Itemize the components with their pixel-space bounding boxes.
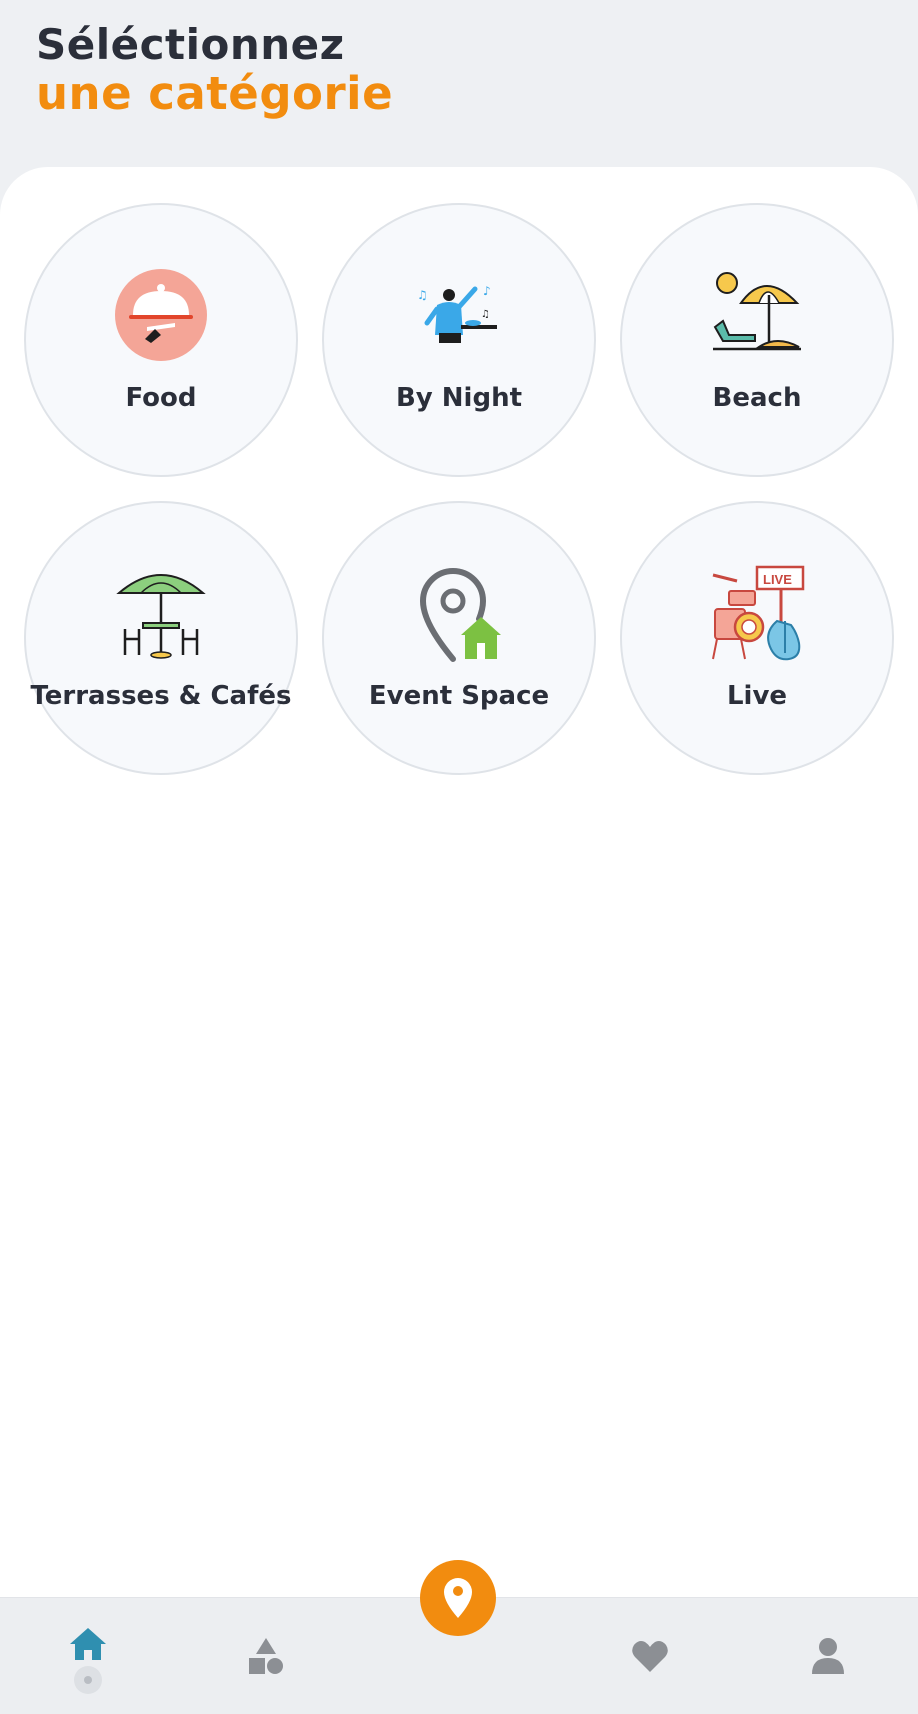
category-beach[interactable]: Beach [620, 203, 894, 477]
svg-text:♪: ♪ [483, 284, 491, 298]
category-terrasses-cafes[interactable]: Terrasses & Cafés [24, 501, 298, 775]
location-home-icon [419, 568, 501, 662]
live-sign-text: LIVE [763, 572, 792, 587]
page-header: Séléctionnez une catégorie [36, 22, 393, 121]
categories-shapes-icon [249, 1638, 283, 1674]
beach-umbrella-icon [713, 272, 801, 351]
profile-icon [812, 1638, 844, 1674]
category-label: Event Space [368, 681, 550, 711]
category-by-night[interactable]: ♫ ♪ ♫ By Night [322, 203, 596, 477]
nav-profile[interactable] [810, 1636, 846, 1676]
category-label: Beach [712, 383, 802, 413]
terrace-table-umbrella-icon [116, 574, 206, 659]
home-icon [70, 1628, 106, 1660]
nav-home[interactable] [68, 1626, 108, 1662]
nav-favorites[interactable] [630, 1636, 670, 1676]
nav-categories[interactable] [246, 1636, 286, 1676]
category-sheet: Food ♫ ♪ ♫ By Night Beach Terrasses & Ca… [0, 167, 918, 1597]
category-live[interactable]: LIVE Live [620, 501, 894, 775]
dj-nightlife-icon: ♫ ♪ ♫ [417, 284, 497, 343]
category-label: Food [125, 383, 197, 413]
active-indicator-dot [74, 1666, 102, 1694]
food-cloche-icon [115, 269, 207, 361]
category-event-space[interactable]: Event Space [322, 501, 596, 775]
map-button[interactable] [420, 1560, 496, 1636]
category-label: By Night [395, 383, 523, 413]
category-label: Live [726, 681, 788, 711]
page-title-line1: Séléctionnez [36, 20, 345, 69]
live-music-instruments-icon: LIVE [712, 565, 805, 661]
svg-text:♫: ♫ [481, 309, 490, 320]
svg-text:♫: ♫ [417, 288, 428, 302]
heart-icon [632, 1641, 668, 1672]
page-title-line2: une catégorie [36, 67, 394, 121]
category-label: Terrasses & Cafés [30, 681, 292, 711]
category-food[interactable]: Food [24, 203, 298, 477]
map-pin-icon [444, 1578, 472, 1618]
